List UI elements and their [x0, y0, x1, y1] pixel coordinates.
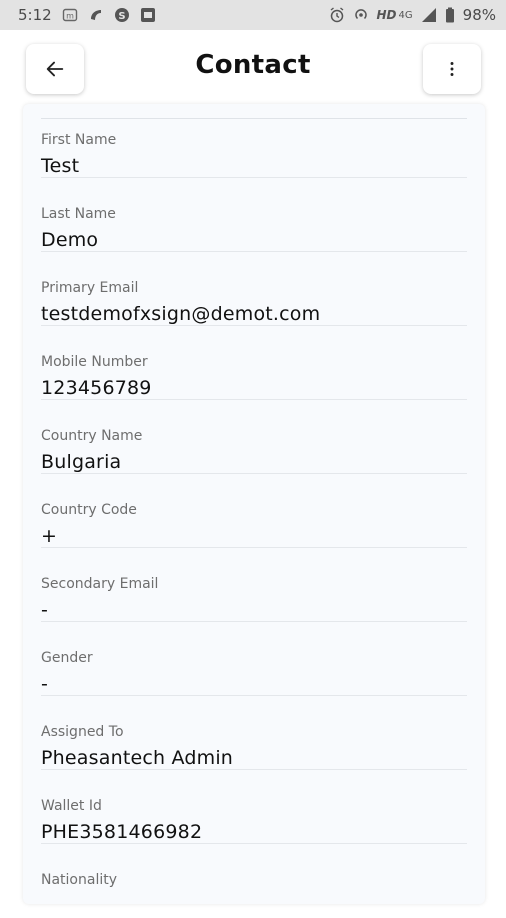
field-value: - [41, 673, 49, 695]
field-country-code: Country Code + [41, 474, 467, 548]
field-value: + [41, 525, 58, 547]
field-gender: Gender - [41, 622, 467, 696]
field-value: Test [41, 155, 80, 177]
field-value: 123456789 [41, 377, 152, 399]
field-value: testdemofxsign@demot.com [41, 303, 321, 325]
field-value: Demo [41, 229, 99, 251]
battery-percent: 98% [462, 6, 496, 24]
field-label: First Name [41, 132, 117, 148]
field-mobile-number: Mobile Number 123456789 [41, 326, 467, 400]
field-label: Primary Email [41, 280, 139, 296]
battery-icon [445, 7, 455, 23]
field-label: Secondary Email [41, 576, 159, 592]
field-country-name: Country Name Bulgaria [41, 400, 467, 474]
field-secondary-email: Secondary Email - [41, 548, 467, 622]
alarm-icon [329, 7, 345, 23]
vpn-icon [88, 7, 104, 23]
field-label: Nationality [41, 872, 118, 888]
app-icon [140, 7, 156, 23]
more-options-button[interactable] [423, 44, 481, 94]
status-left: 5:12 m S [18, 6, 156, 24]
skype-icon: S [114, 7, 130, 23]
network-type: 4G [398, 9, 413, 21]
field-value: PHE3581466982 [41, 821, 203, 843]
more-vertical-icon [441, 58, 463, 80]
status-time: 5:12 [18, 6, 52, 24]
field-value: - [41, 599, 49, 621]
svg-text:S: S [118, 11, 125, 22]
field-label: Assigned To [41, 724, 124, 740]
svg-text:m: m [66, 12, 74, 21]
field-primary-email: Primary Email testdemofxsign@demot.com [41, 252, 467, 326]
network-label: HD [376, 8, 397, 22]
field-label: Gender [41, 650, 93, 666]
field-value: Pheasantech Admin [41, 747, 234, 769]
field-label: Mobile Number [41, 354, 148, 370]
app-header: Contact [0, 30, 506, 108]
field-label: Country Name [41, 428, 143, 444]
field-value: Bulgaria [41, 451, 122, 473]
contact-details-card: First Name Test Last Name Demo Primary E… [23, 104, 485, 904]
notification-m-icon: m [62, 7, 78, 23]
field-wallet-id: Wallet Id PHE3581466982 [41, 770, 467, 844]
signal-icon [421, 7, 437, 23]
field-first-name: First Name Test [41, 104, 467, 178]
field-nationality: Nationality [41, 844, 467, 918]
status-right: HD 4G 98% [329, 6, 496, 24]
field-label: Last Name [41, 206, 116, 222]
field-assigned-to: Assigned To Pheasantech Admin [41, 696, 467, 770]
field-label: Country Code [41, 502, 137, 518]
hotspot-icon [353, 7, 369, 23]
field-last-name: Last Name Demo [41, 178, 467, 252]
status-bar: 5:12 m S HD 4G 98% [0, 0, 506, 30]
field-label: Wallet Id [41, 798, 102, 814]
